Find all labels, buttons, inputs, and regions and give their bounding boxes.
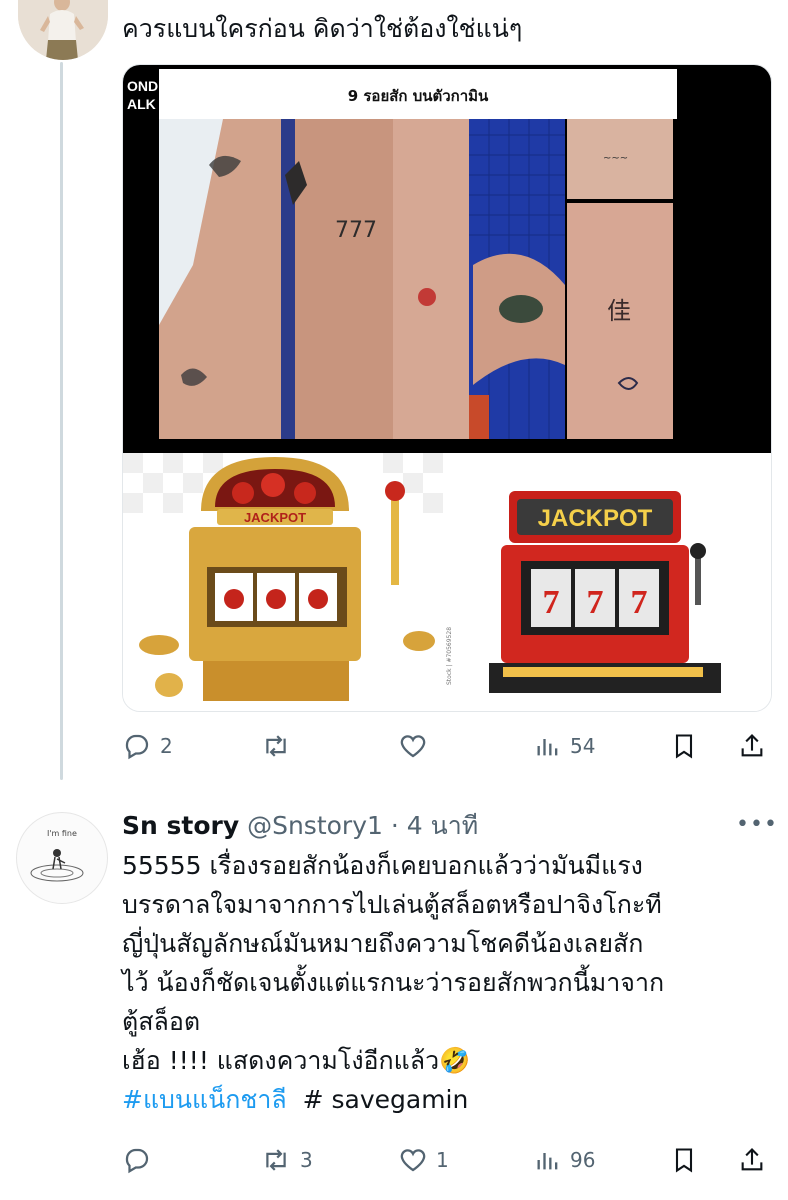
post-time[interactable]: 4 นาที [407, 811, 478, 840]
jackpot-left-text: JACKPOT [244, 510, 306, 525]
brand-corner-text-1: ONDH [127, 78, 168, 94]
svg-text:佳: 佳 [607, 297, 631, 325]
like-count: 1 [436, 1148, 449, 1172]
views-button[interactable]: 96 [534, 1145, 595, 1175]
repost-button[interactable]: 3 [260, 1145, 313, 1175]
svg-text:7: 7 [543, 584, 560, 621]
views-chart-icon [537, 739, 558, 756]
reply-icon [125, 1148, 149, 1174]
share-icon [741, 1148, 763, 1171]
more-dots-icon: ••• [736, 812, 778, 837]
display-name[interactable]: Sn story [122, 811, 239, 840]
reply-action-bar: 3 1 96 [122, 1140, 772, 1180]
brand-corner-text-2: ALK [127, 96, 156, 112]
views-count: 96 [570, 1148, 596, 1172]
share-icon [741, 734, 763, 757]
tweet-text: ควรแบนใครก่อน คิดว่าใช่ต้องใช่แน่ๆ [122, 14, 523, 43]
reply-line: ตู้สล็อต [122, 1007, 201, 1036]
repost-button[interactable] [260, 731, 300, 761]
repost-icon [266, 735, 286, 757]
reply-icon [125, 734, 149, 760]
tweet-action-bar: 2 54 [122, 726, 772, 766]
more-options-button[interactable]: ••• [736, 812, 778, 837]
reply-line: ญี่ปุ่นสัญลักษณ์มันหมายถึงความโชคดีน้องเ… [122, 929, 644, 958]
svg-text:~~~: ~~~ [603, 153, 628, 164]
thread-connector-line [60, 62, 63, 780]
repost-count: 3 [300, 1148, 313, 1172]
reply-user-avatar[interactable]: I'm fine [16, 812, 108, 904]
svg-text:777: 777 [335, 218, 377, 243]
bookmark-button[interactable] [670, 731, 698, 761]
tweet-media-image[interactable]: ONDH ALK 9 รอยสัก บนตัวกามิน 777 ~~~ 佳 J… [122, 64, 772, 712]
reply-header: Sn story @Snstory1 · 4 นาที [122, 808, 478, 844]
svg-text:Stock | #70569528: Stock | #70569528 [446, 627, 453, 685]
user-handle[interactable]: @Snstory1 [247, 811, 383, 840]
reply-line: 55555 เรื่องรอยสักน้องก็เคยบอกแล้วว่ามัน… [122, 851, 643, 880]
reply-line: เฮ้อ !!!! แสดงความโง่อีกแล้ว🤣 [122, 1046, 471, 1075]
reply-button[interactable]: 2 [122, 731, 173, 761]
share-button[interactable] [738, 731, 766, 761]
repost-icon [266, 1149, 286, 1171]
reply-line: บรรดาลใจมาจากการไปเล่นตู้สล็อตหรือปาจิงโ… [122, 890, 662, 919]
like-button[interactable] [398, 731, 436, 761]
views-count: 54 [570, 734, 596, 758]
collage-caption: 9 รอยสัก บนตัวกามิน [348, 87, 489, 105]
views-button[interactable]: 54 [534, 731, 595, 761]
svg-text:7: 7 [631, 584, 648, 621]
bookmark-icon [675, 1148, 693, 1173]
reply-line: ไว้ น้องก็ชัดเจนตั้งแต่แรกนะว่ารอยสักพวก… [122, 968, 665, 997]
svg-text:7: 7 [587, 584, 604, 621]
hashtag-link[interactable]: #แบนแน็กชาลี [122, 1085, 287, 1114]
bookmark-icon [675, 734, 693, 759]
hashtag-plain-text: # savegamin [302, 1085, 469, 1114]
user-avatar[interactable] [18, 0, 108, 60]
heart-icon [400, 1149, 426, 1172]
heart-icon [400, 735, 426, 758]
share-button[interactable] [738, 1145, 766, 1175]
jackpot-right-text: JACKPOT [538, 505, 653, 532]
reply-count: 2 [160, 734, 173, 758]
like-button[interactable]: 1 [398, 1145, 449, 1175]
bookmark-button[interactable] [670, 1145, 698, 1175]
reply-button[interactable] [122, 1145, 160, 1175]
reply-tweet-text: 55555 เรื่องรอยสักน้องก็เคยบอกแล้วว่ามัน… [122, 846, 762, 1119]
meta-separator: · [390, 811, 399, 840]
views-chart-icon [537, 1153, 558, 1170]
